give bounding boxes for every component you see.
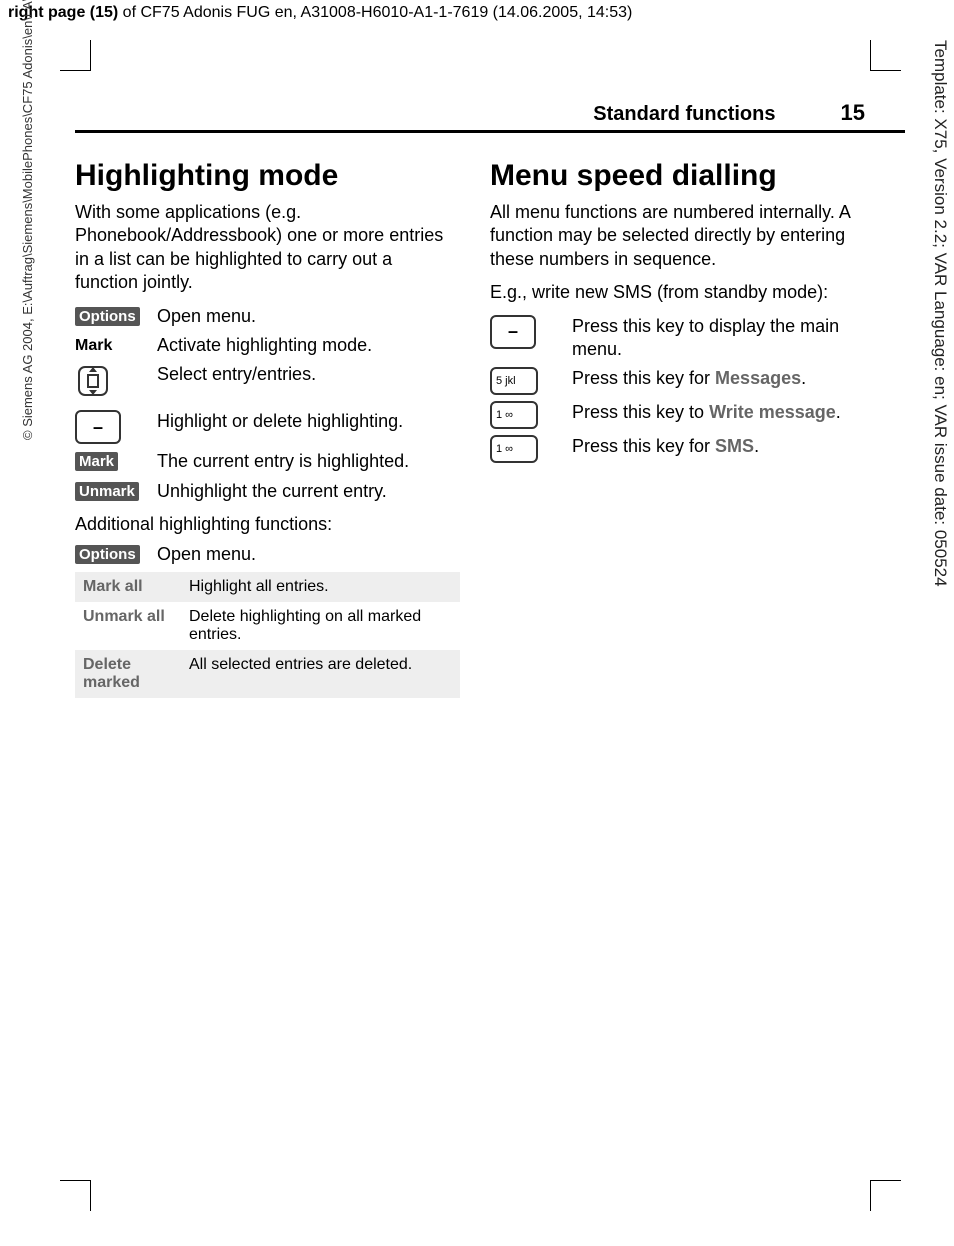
step-desc: Press this key for SMS. <box>572 435 875 458</box>
right-margin-text: Template: X75, Version 2.2; VAR Language… <box>930 40 950 740</box>
row-unmark-soft: Unmark Unhighlight the current entry. <box>75 480 460 503</box>
mark-label: Mark <box>75 337 112 354</box>
desc: Unhighlight the current entry. <box>157 480 460 503</box>
step-row: 1 ∞ Press this key to Write message. <box>490 401 875 429</box>
desc: Select entry/entries. <box>157 363 460 386</box>
step-row: – Press this key to display the main men… <box>490 315 875 362</box>
page-body: Standard functions 15 Highlighting mode … <box>75 40 885 698</box>
step-desc: Press this key for Messages. <box>572 367 875 390</box>
func-desc: Highlight all entries. <box>181 572 460 602</box>
key-5-icon: 5 jkl <box>490 367 538 395</box>
table-row: Mark all Highlight all entries. <box>75 572 460 602</box>
intro-speed-dial: All menu functions are numbered internal… <box>490 201 875 271</box>
softkey-dash-icon: – <box>75 410 121 444</box>
table-row: Delete marked All selected entries are d… <box>75 650 460 698</box>
desc: The current entry is highlighted. <box>157 450 460 473</box>
intro-highlighting: With some applications (e.g. Phonebook/A… <box>75 201 460 295</box>
example-label: E.g., write new SMS (from standby mode): <box>490 281 875 304</box>
crop-mark <box>870 1180 901 1211</box>
row-softkey-dash: – Highlight or delete highlighting. <box>75 410 460 444</box>
running-header: Standard functions 15 <box>75 100 905 133</box>
func-desc: All selected entries are deleted. <box>181 650 460 698</box>
desc: Highlight or delete highlighting. <box>157 410 460 433</box>
table-row: Unmark all Delete highlighting on all ma… <box>75 602 460 650</box>
section-title: Standard functions <box>593 103 775 125</box>
step-row: 1 ∞ Press this key for SMS. <box>490 435 875 463</box>
row-mark: Mark Activate highlighting mode. <box>75 334 460 357</box>
options-softkey: Options <box>75 307 140 326</box>
desc: Open menu. <box>157 305 460 328</box>
row-navkey: Select entry/entries. <box>75 363 460 404</box>
key-1-icon: 1 ∞ <box>490 435 538 463</box>
step-desc: Press this key to display the main menu. <box>572 315 875 362</box>
func-name: Mark all <box>75 572 181 602</box>
left-margin-text: © Siemens AG 2004, E:\Auftrag\Siemens\Mo… <box>20 0 35 440</box>
unmark-softkey: Unmark <box>75 482 139 501</box>
desc: Open menu. <box>157 543 460 566</box>
softkey-dash-icon: – <box>490 315 536 349</box>
functions-table: Mark all Highlight all entries. Unmark a… <box>75 572 460 698</box>
desc: Activate highlighting mode. <box>157 334 460 357</box>
step-desc: Press this key to Write message. <box>572 401 875 424</box>
mark-softkey: Mark <box>75 452 118 471</box>
key-1-icon: 1 ∞ <box>490 401 538 429</box>
top-header: right page (15) of CF75 Adonis FUG en, A… <box>0 0 954 26</box>
additional-label: Additional highlighting functions: <box>75 513 460 536</box>
right-column: Menu speed dialling All menu functions a… <box>490 153 875 698</box>
page-number: 15 <box>841 100 865 125</box>
func-name: Unmark all <box>75 602 181 650</box>
row-options2: Options Open menu. <box>75 543 460 566</box>
heading-highlighting: Highlighting mode <box>75 159 460 193</box>
crop-mark <box>60 1180 91 1211</box>
row-options: Options Open menu. <box>75 305 460 328</box>
left-column: Highlighting mode With some applications… <box>75 153 460 698</box>
func-desc: Delete highlighting on all marked entrie… <box>181 602 460 650</box>
func-name: Delete marked <box>75 650 181 698</box>
options-softkey: Options <box>75 545 140 564</box>
heading-speed-dial: Menu speed dialling <box>490 159 875 193</box>
nav-key-icon <box>75 363 111 399</box>
row-mark-soft: Mark The current entry is highlighted. <box>75 450 460 473</box>
step-row: 5 jkl Press this key for Messages. <box>490 367 875 395</box>
